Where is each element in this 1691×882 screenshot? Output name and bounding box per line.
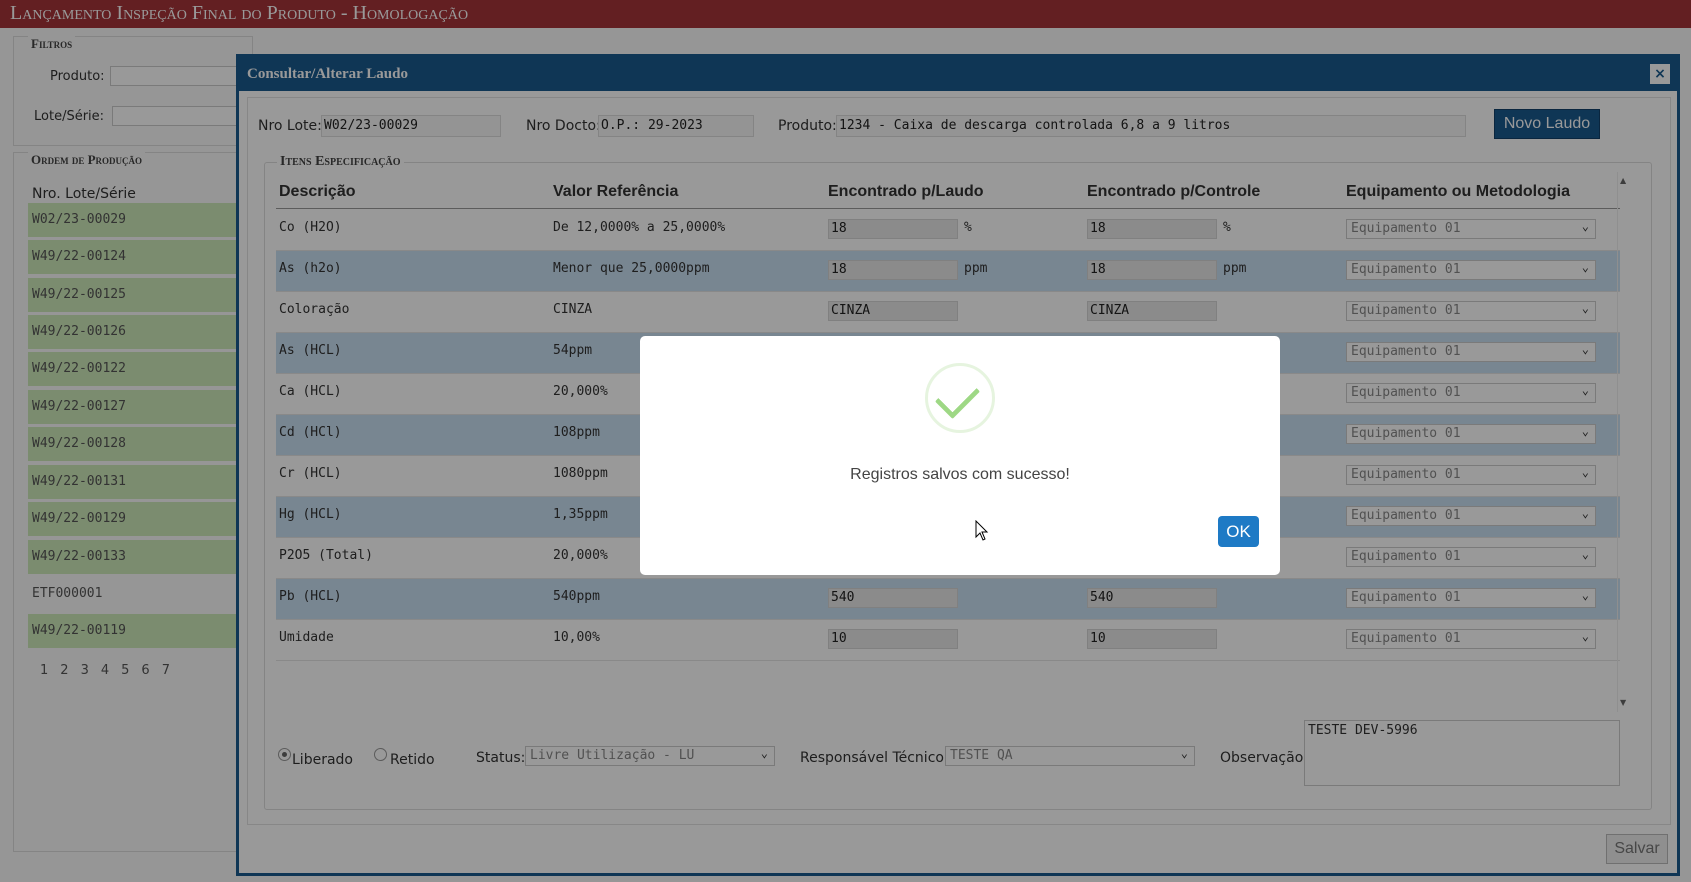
ok-button[interactable]: OK — [1218, 516, 1259, 547]
success-alert: Registros salvos com sucesso! OK — [640, 336, 1280, 575]
success-check-icon — [925, 363, 995, 433]
alert-message: Registros salvos com sucesso! — [850, 466, 1070, 483]
